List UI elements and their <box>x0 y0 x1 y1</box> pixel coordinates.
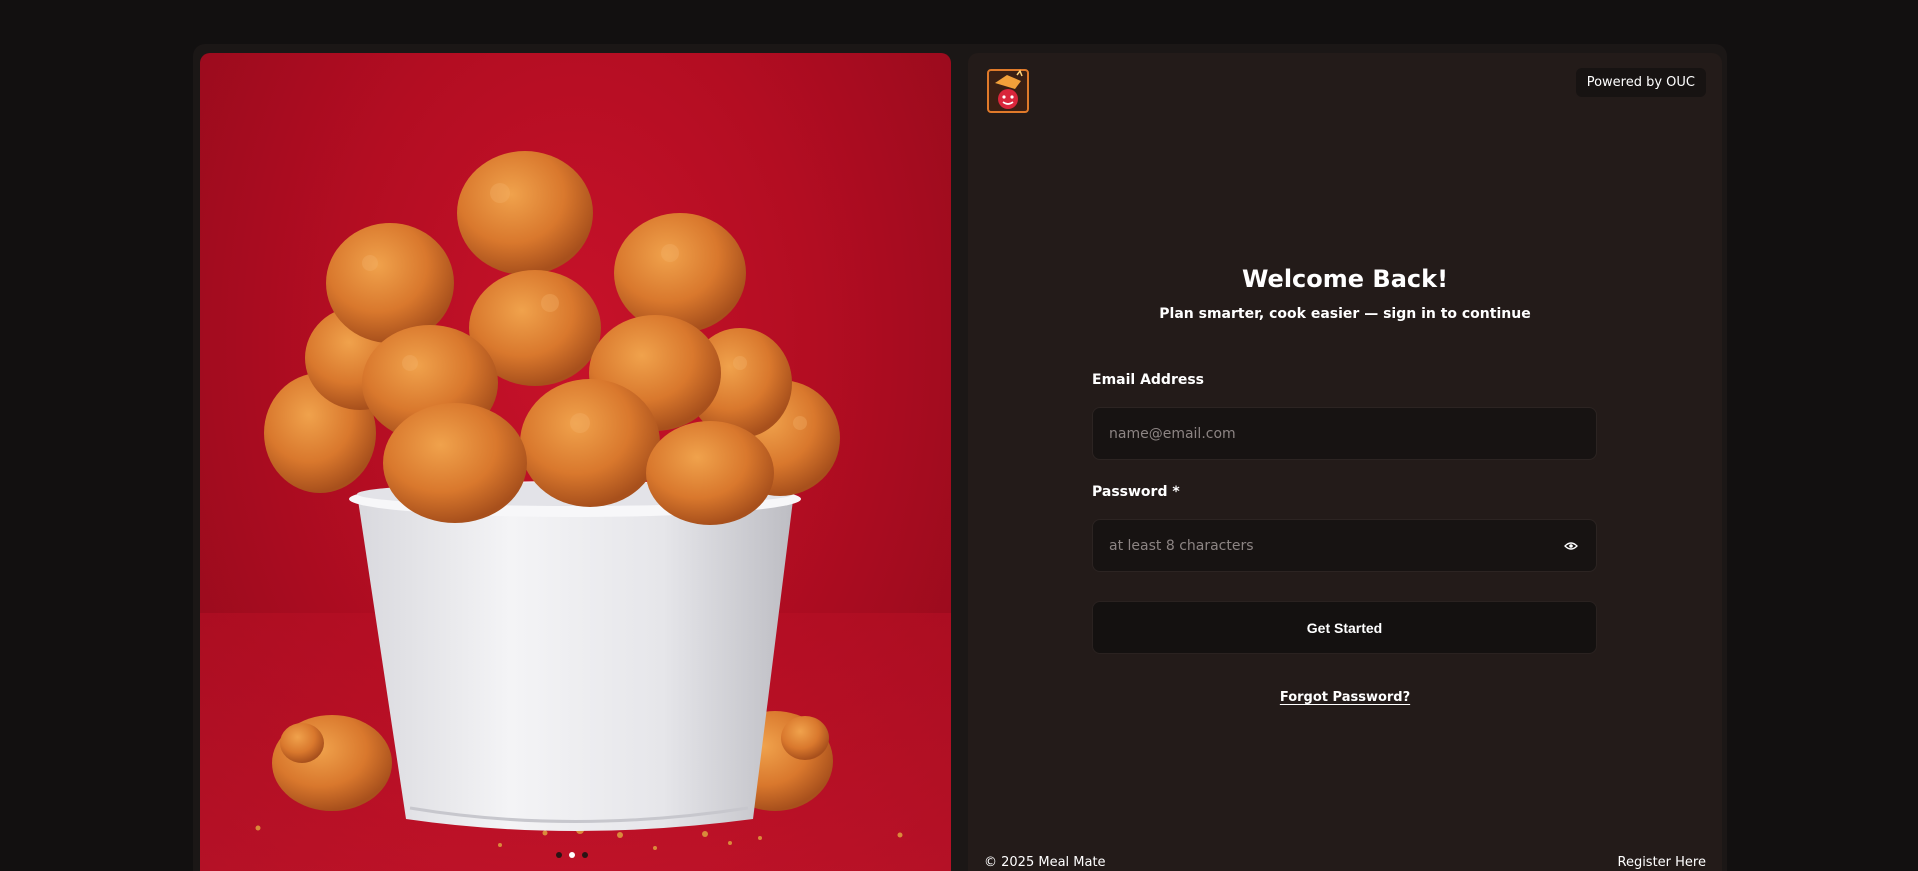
page-subtitle: Plan smarter, cook easier — sign in to c… <box>1159 306 1531 322</box>
carousel-indicators <box>556 852 588 858</box>
forgot-password-row: Forgot Password? <box>968 686 1722 705</box>
forgot-password-link[interactable]: Forgot Password? <box>1280 690 1410 705</box>
carousel-dot-1[interactable] <box>556 852 562 858</box>
meal-mate-logo-icon <box>987 69 1029 113</box>
register-link[interactable]: Register Here <box>1618 855 1707 870</box>
page-title: Welcome Back! <box>1241 265 1449 293</box>
carousel-dot-2[interactable] <box>569 852 575 858</box>
copyright-text: © 2025 Meal Mate <box>984 855 1106 870</box>
email-label: Email Address <box>1092 372 1205 388</box>
hero-image <box>200 53 951 871</box>
get-started-button[interactable]: Get Started <box>1092 601 1597 654</box>
chicken-bucket-illustration <box>200 151 951 871</box>
powered-by-badge: Powered by OUC <box>1575 68 1706 97</box>
login-panel: Powered by OUC Welcome Back! Plan smarte… <box>968 53 1722 871</box>
email-field[interactable] <box>1109 425 1580 442</box>
carousel-dot-3[interactable] <box>582 852 588 858</box>
email-field-wrapper <box>1092 407 1597 460</box>
password-field[interactable] <box>1109 537 1562 554</box>
password-field-wrapper <box>1092 519 1597 572</box>
show-password-eye-icon[interactable] <box>1562 537 1580 555</box>
password-label: Password * <box>1092 484 1180 500</box>
